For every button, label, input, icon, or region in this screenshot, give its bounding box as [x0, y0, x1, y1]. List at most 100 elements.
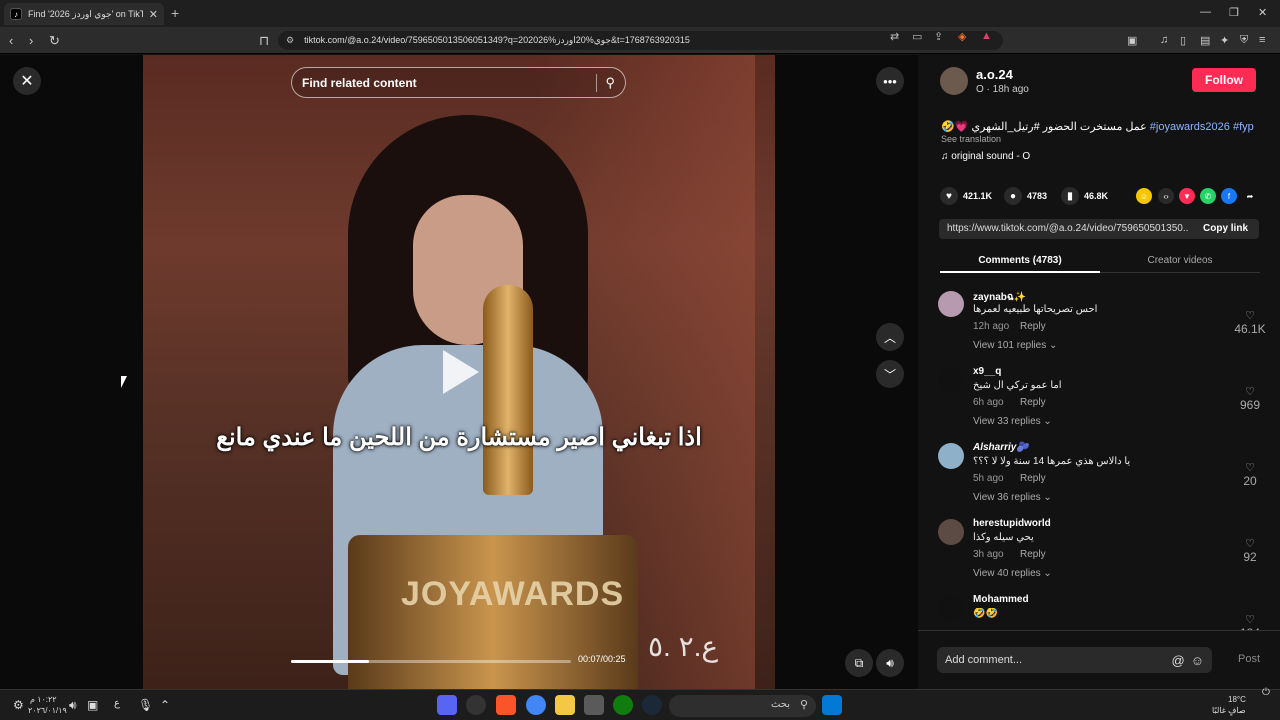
- brave-icon[interactable]: [496, 695, 516, 715]
- comment-user[interactable]: Mohammed: [973, 594, 1029, 605]
- comment-avatar[interactable]: [938, 519, 964, 545]
- play-icon[interactable]: [443, 350, 479, 394]
- volume-button[interactable]: 🔊︎: [876, 649, 904, 677]
- comment-user[interactable]: herestupidworld: [973, 518, 1051, 529]
- forward-icon[interactable]: ›: [29, 33, 33, 48]
- minimize-icon[interactable]: —: [1200, 6, 1211, 18]
- discord-icon[interactable]: [437, 695, 457, 715]
- close-video-button[interactable]: ✕: [13, 67, 41, 95]
- screenshot-icon[interactable]: ▣: [1127, 34, 1137, 47]
- windows-start-icon[interactable]: [822, 695, 842, 715]
- comment-avatar[interactable]: [938, 443, 964, 469]
- send-icon[interactable]: ▼: [1179, 188, 1195, 204]
- save-action[interactable]: ▮ 46.8K: [1061, 187, 1108, 205]
- repost-icon[interactable]: ☺: [1136, 188, 1152, 204]
- vpn-icon[interactable]: ⛨: [1240, 34, 1248, 47]
- settings-icon[interactable]: ⚙: [13, 698, 24, 712]
- search-icon: ⚲: [799, 699, 808, 711]
- search-icon[interactable]: ⚲: [605, 75, 615, 91]
- notification-icon[interactable]: ⏻: [1262, 687, 1270, 698]
- comment-user[interactable]: x9__q: [973, 366, 1001, 377]
- xbox-icon[interactable]: [613, 695, 633, 715]
- tab-close-icon[interactable]: ✕: [149, 8, 158, 21]
- comment-like[interactable]: ♡ 46.1K: [1230, 309, 1270, 336]
- tray-expand-icon[interactable]: ⌃: [160, 698, 170, 712]
- comment-action[interactable]: ● 4783: [1004, 187, 1047, 205]
- microphone-icon[interactable]: 🎙︎: [138, 698, 153, 712]
- progress-bar[interactable]: [291, 660, 571, 663]
- site-info-icon[interactable]: ⚙: [286, 35, 294, 46]
- volume-tray-icon[interactable]: 🔊︎: [69, 698, 77, 713]
- menu-icon[interactable]: ≡: [1259, 34, 1265, 46]
- view-replies-button[interactable]: View 33 replies ⌄: [973, 416, 1052, 427]
- next-video-button[interactable]: ﹀: [876, 360, 904, 388]
- emoji-icon[interactable]: ☺: [1191, 653, 1204, 668]
- embed-icon[interactable]: ‹›: [1158, 188, 1174, 204]
- tab-creator-videos[interactable]: Creator videos: [1100, 255, 1260, 266]
- like-action[interactable]: ♥ 421.1K: [940, 187, 992, 205]
- reply-button[interactable]: Reply: [1020, 321, 1046, 332]
- sidebar-icon[interactable]: ▯: [1180, 34, 1186, 47]
- comment-input[interactable]: [945, 654, 1166, 666]
- comment-like[interactable]: ♡ 969: [1230, 385, 1270, 412]
- mention-icon[interactable]: @: [1172, 653, 1185, 668]
- browser-tab[interactable]: ♪ Find '2026 جوي اوردز' on TikTok ✕: [4, 3, 164, 25]
- more-options-button[interactable]: •••: [876, 67, 904, 95]
- follow-button[interactable]: Follow: [1192, 68, 1256, 92]
- back-icon[interactable]: ‹: [9, 33, 13, 48]
- comment-like[interactable]: ♡ 20: [1230, 461, 1270, 488]
- reply-button[interactable]: Reply: [1020, 473, 1046, 484]
- video-player[interactable]: JOYAWARDS اذا تبغاني اصير مستشارة من الل…: [143, 55, 775, 689]
- comment-avatar[interactable]: [938, 595, 964, 621]
- reply-button[interactable]: Reply: [1020, 397, 1046, 408]
- language-indicator[interactable]: ع: [114, 698, 120, 709]
- store-icon[interactable]: [584, 695, 604, 715]
- leo-ai-icon[interactable]: ✦: [1220, 34, 1229, 47]
- see-translation-link[interactable]: See translation: [941, 134, 1001, 144]
- reply-button[interactable]: Reply: [1020, 549, 1046, 560]
- author-avatar[interactable]: [940, 67, 968, 95]
- comment-user[interactable]: zaynabฉ✨: [973, 290, 1026, 305]
- file-explorer-icon[interactable]: [555, 695, 575, 715]
- facebook-icon[interactable]: f: [1221, 188, 1237, 204]
- wallet-icon[interactable]: ▤: [1200, 34, 1210, 47]
- view-replies-button[interactable]: View 40 replies ⌄: [973, 568, 1052, 579]
- network-icon[interactable]: ▣: [87, 698, 98, 712]
- cast-icon[interactable]: ▭: [912, 30, 922, 43]
- author-name[interactable]: a.o.24: [976, 67, 1013, 82]
- hashtag-joyawards[interactable]: #joyawards2026: [1150, 121, 1230, 133]
- brave-rewards-icon[interactable]: ▲: [981, 30, 992, 42]
- window-close-icon[interactable]: ✕: [1258, 6, 1267, 19]
- chrome-icon[interactable]: [526, 695, 546, 715]
- comment-like[interactable]: ♡184: [1230, 613, 1270, 630]
- comment-like[interactable]: ♡ 92: [1230, 537, 1270, 564]
- tab-comments[interactable]: Comments (4783): [940, 251, 1100, 273]
- whatsapp-icon[interactable]: ✆: [1200, 188, 1216, 204]
- related-search[interactable]: ⚲: [291, 67, 626, 98]
- comment-user[interactable]: Alsharriy🫐: [973, 442, 1029, 453]
- view-replies-button[interactable]: View 36 replies ⌄: [973, 492, 1052, 503]
- previous-video-button[interactable]: ︿: [876, 323, 904, 351]
- github-icon[interactable]: [466, 695, 486, 715]
- view-replies-button[interactable]: View 101 replies ⌄: [973, 340, 1057, 351]
- search-input[interactable]: [302, 75, 589, 90]
- comment-avatar[interactable]: [938, 367, 964, 393]
- taskbar-search[interactable]: بحث ⚲: [669, 695, 816, 717]
- bookmark-icon[interactable]: ⊓: [259, 33, 269, 49]
- new-tab-button[interactable]: +: [171, 5, 179, 21]
- translate-icon[interactable]: ⇄: [890, 30, 899, 43]
- reload-icon[interactable]: ↻: [49, 33, 60, 49]
- brave-shield-icon[interactable]: ◈: [958, 30, 966, 43]
- comment-avatar[interactable]: [938, 291, 964, 317]
- music-link[interactable]: ♫ original sound - O: [941, 151, 1030, 162]
- maximize-icon[interactable]: ❐: [1229, 6, 1239, 19]
- share-page-icon[interactable]: ⇪: [934, 30, 943, 43]
- share-icon[interactable]: ➦: [1242, 188, 1258, 204]
- copy-link-button[interactable]: Copy link: [1203, 223, 1248, 234]
- hashtag-fyp[interactable]: #fyp: [1233, 121, 1254, 133]
- floating-player-button[interactable]: ⧉: [845, 649, 873, 677]
- media-icon[interactable]: ♫: [1160, 34, 1168, 46]
- steam-icon[interactable]: [642, 695, 662, 715]
- comment-time: 12h ago: [973, 321, 1010, 332]
- post-button[interactable]: Post: [1238, 653, 1260, 665]
